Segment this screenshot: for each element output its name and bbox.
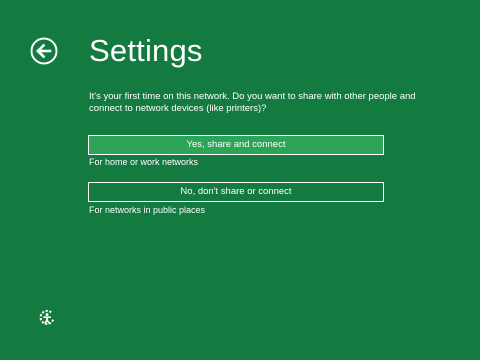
back-button[interactable] bbox=[30, 37, 58, 65]
share-option-caption: For home or work networks bbox=[89, 157, 199, 167]
dont-share-option-caption: For networks in public places bbox=[89, 205, 206, 215]
ease-of-access-icon bbox=[38, 309, 56, 327]
network-sharing-prompt: It's your first time on this network. Do… bbox=[89, 91, 416, 114]
back-arrow-icon bbox=[30, 37, 58, 65]
ease-of-access-button[interactable] bbox=[38, 309, 56, 327]
page-title: Settings bbox=[89, 33, 203, 68]
share-and-connect-button[interactable]: Yes, share and connect bbox=[88, 135, 384, 155]
dont-share-button[interactable]: No, don't share or connect bbox=[88, 182, 384, 202]
